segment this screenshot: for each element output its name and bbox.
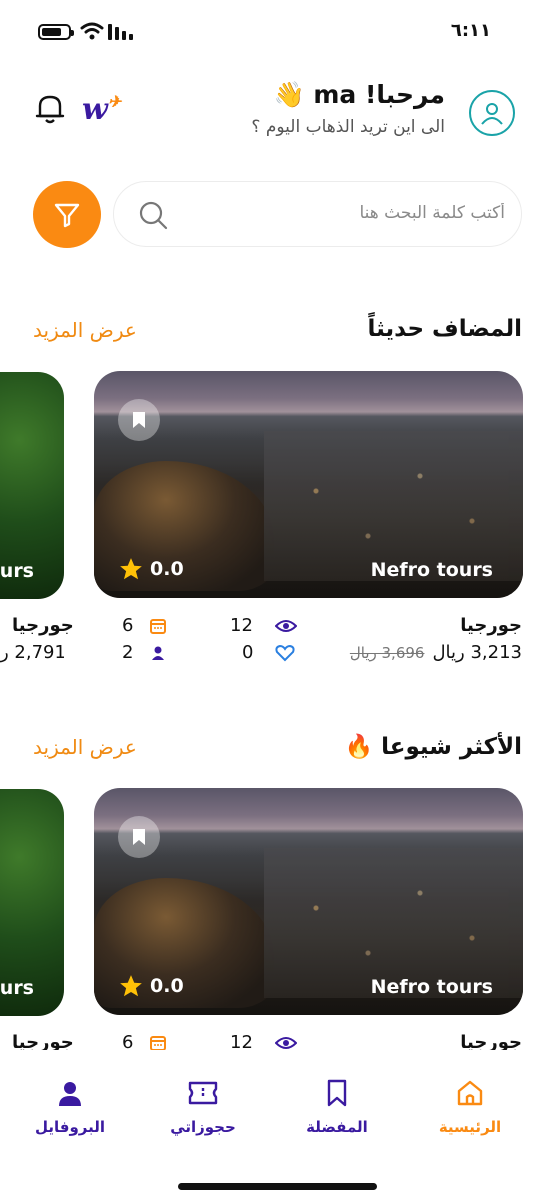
bookmark-icon [327, 1079, 347, 1107]
battery-icon [38, 24, 74, 40]
section-title-popular: الأكثر شيوعا 🔥 [344, 734, 522, 760]
nav-home-label: الرئيسية [438, 1118, 502, 1136]
nav-favorites-label: المفضلة [306, 1118, 368, 1136]
search-bar[interactable] [113, 181, 522, 247]
see-more-recent-link[interactable]: عرض المزيد [33, 318, 137, 342]
trip-price: 3,213 ريال [432, 642, 522, 663]
peek-country: جورجيا [12, 615, 74, 636]
search-icon [139, 201, 168, 230]
filter-button[interactable] [33, 181, 101, 248]
filter-icon [54, 203, 80, 227]
calendar-icon [150, 618, 167, 634]
nav-bookings[interactable]: حجوزاتي [148, 1078, 258, 1136]
bell-icon[interactable] [34, 92, 66, 126]
brand-logo: w✈ [82, 92, 122, 127]
section-title-recent: المضاف حديثاً [367, 316, 523, 342]
peek-card-name: ours [0, 560, 34, 582]
bookmark-icon [133, 412, 145, 428]
trip-card-rating: 0.0 [118, 973, 184, 999]
trip-card-rating: 0.0 [118, 556, 184, 582]
nav-profile[interactable]: البروفايل [15, 1078, 125, 1136]
trip-card[interactable]: Nefro tours 0.0 [94, 788, 523, 1015]
persons-count: 2 [122, 642, 167, 663]
greeting-subtitle: الى اين تريد الذهاب اليوم ؟ [251, 117, 445, 137]
heart-icon [275, 644, 296, 661]
bookmark-button[interactable] [118, 816, 160, 858]
profile-icon [59, 1082, 81, 1106]
wifi-icon [80, 22, 104, 40]
calendar-icon [150, 1035, 167, 1051]
bookmark-button[interactable] [118, 399, 160, 441]
star-icon [120, 975, 142, 997]
trip-price-row: 3,213 ريال 3,696 ريال [350, 642, 522, 663]
trip-card[interactable]: Nefro tours 0.0 [94, 371, 523, 598]
nav-home[interactable]: الرئيسية [415, 1078, 525, 1136]
peek-price: 2,791 ر [0, 642, 64, 663]
user-icon [481, 103, 503, 125]
trip-country: جورجيا [460, 615, 522, 636]
status-time: ٦:١١ [450, 20, 491, 41]
home-icon [457, 1080, 483, 1106]
trip-old-price: 3,696 ريال [349, 643, 425, 662]
eye-icon [274, 1036, 297, 1049]
greeting-title: مرحبا! ma 👋 [273, 80, 445, 109]
bookmark-icon [133, 829, 145, 845]
peek-card[interactable]: ours [0, 372, 64, 599]
trip-card-name: Nefro tours [370, 976, 493, 998]
nav-favorites[interactable]: المفضلة [282, 1078, 392, 1136]
bottom-nav: الرئيسية المفضلة حجوزاتي البروفايل [0, 1050, 555, 1200]
person-icon [152, 646, 165, 660]
nav-profile-label: البروفايل [34, 1118, 106, 1136]
likes-count: 0 [242, 642, 296, 663]
star-icon [120, 558, 142, 580]
profile-avatar[interactable] [469, 90, 515, 136]
trip-card-name: Nefro tours [370, 559, 493, 581]
see-more-popular-link[interactable]: عرض المزيد [33, 735, 137, 759]
signal-icon [108, 24, 133, 40]
search-input[interactable] [185, 182, 505, 244]
eye-icon [274, 619, 297, 632]
days-count: 6 [122, 615, 167, 636]
home-indicator [178, 1183, 377, 1190]
ticket-icon [188, 1081, 218, 1105]
peek-card-name: ours [0, 977, 34, 999]
peek-card[interactable]: ours [0, 789, 64, 1016]
nav-bookings-label: حجوزاتي [170, 1118, 236, 1136]
views-count: 12 [230, 615, 297, 636]
